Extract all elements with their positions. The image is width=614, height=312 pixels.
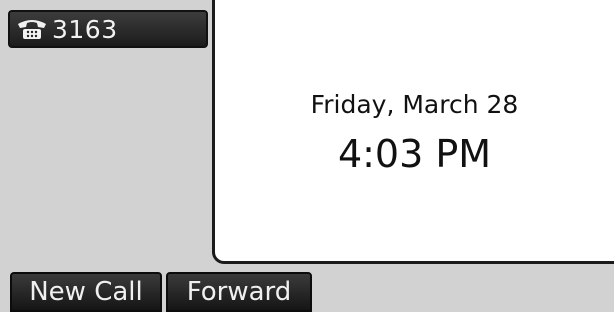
forward-softkey[interactable]: Forward (166, 272, 312, 312)
time-display: 4:03 PM (337, 132, 492, 176)
phone-screen: 3163 Friday, March 28 4:03 PM New Call F… (0, 0, 614, 312)
line-number: 3163 (52, 14, 118, 44)
phone-icon (16, 17, 50, 41)
date-display: Friday, March 28 (310, 90, 519, 119)
idle-display-panel: Friday, March 28 4:03 PM (212, 0, 614, 264)
line-key-3163[interactable]: 3163 (8, 10, 208, 48)
softkey-bar: New Call Forward (0, 272, 614, 312)
new-call-softkey[interactable]: New Call (10, 272, 162, 312)
